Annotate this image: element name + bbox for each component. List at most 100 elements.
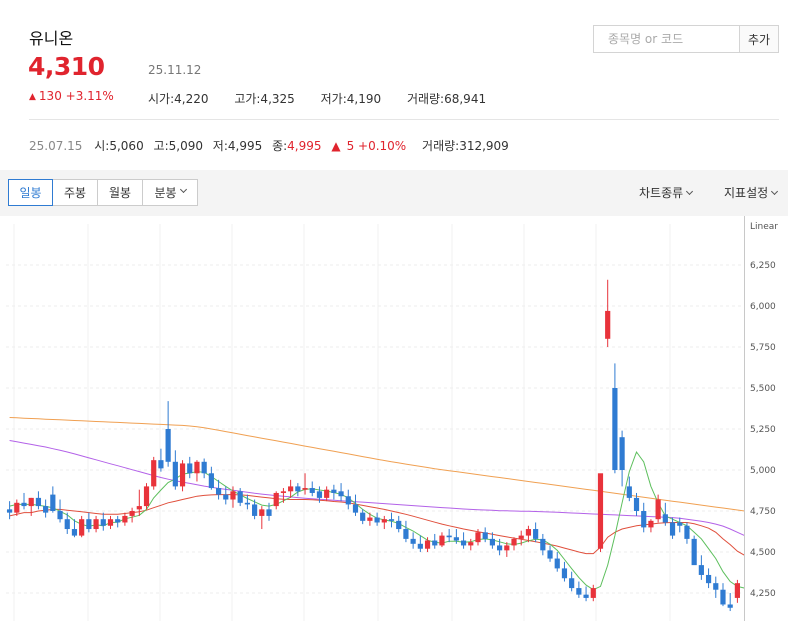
tab-minute[interactable]: 분봉 bbox=[142, 179, 198, 206]
candle bbox=[158, 448, 164, 472]
candle bbox=[648, 519, 654, 533]
candle-body bbox=[244, 502, 250, 505]
candle-body bbox=[208, 473, 214, 489]
candle-body bbox=[28, 497, 34, 507]
y-tick-label: 5,750 bbox=[750, 343, 776, 353]
candle-body bbox=[504, 545, 510, 551]
candle bbox=[468, 538, 474, 551]
candle bbox=[143, 483, 150, 510]
candle-body bbox=[497, 545, 503, 551]
y-tick-label: 5,500 bbox=[750, 384, 776, 394]
candle-body bbox=[93, 519, 99, 530]
candle-body bbox=[403, 529, 409, 539]
candle-body bbox=[432, 540, 438, 546]
hover-change: ▲ 5 +0.10% bbox=[331, 139, 412, 153]
candle bbox=[129, 507, 135, 523]
high-price: 고가:4,325 bbox=[234, 92, 295, 106]
candle-body bbox=[151, 460, 157, 487]
y-tick-label: 5,250 bbox=[750, 425, 776, 435]
candle bbox=[21, 492, 27, 510]
candle bbox=[569, 571, 575, 592]
candle bbox=[374, 512, 380, 526]
candle bbox=[151, 456, 157, 490]
candle-body bbox=[669, 522, 676, 536]
low-price: 저가:4,190 bbox=[320, 92, 382, 106]
candle bbox=[172, 450, 178, 490]
candle-body bbox=[201, 461, 207, 474]
tab-monthly[interactable]: 월봉 bbox=[97, 179, 143, 206]
candle bbox=[734, 579, 740, 603]
candle bbox=[331, 484, 337, 500]
candle bbox=[187, 456, 193, 479]
search-input[interactable] bbox=[594, 26, 739, 52]
candle bbox=[381, 515, 387, 530]
hover-high: 고:5,090 bbox=[153, 139, 203, 153]
candle bbox=[107, 515, 114, 530]
candle bbox=[7, 501, 13, 520]
candle bbox=[100, 512, 106, 531]
candle-body bbox=[143, 486, 150, 507]
candle bbox=[698, 555, 704, 580]
candle-body bbox=[410, 538, 416, 544]
candle bbox=[619, 430, 625, 487]
price-date: 25.11.12 bbox=[148, 63, 202, 77]
candle-body bbox=[684, 525, 690, 539]
candle-body bbox=[547, 550, 553, 559]
candle bbox=[28, 497, 34, 516]
candle bbox=[259, 506, 265, 530]
candle-body bbox=[237, 491, 243, 503]
hover-low: 저:4,995 bbox=[212, 139, 263, 153]
y-tick-label: 6,250 bbox=[750, 261, 776, 271]
tab-daily[interactable]: 일봉 bbox=[8, 179, 53, 206]
candle bbox=[669, 517, 676, 539]
y-tick-label: 4,250 bbox=[750, 589, 776, 599]
indicator-dropdown[interactable]: 지표설정 bbox=[724, 184, 779, 201]
candle bbox=[43, 499, 49, 518]
candle bbox=[208, 466, 214, 490]
hover-info: 25.07.15 시:5,060 고:5,090 저:4,995 종:4,995… bbox=[29, 137, 515, 154]
candles bbox=[7, 279, 740, 612]
candle-body bbox=[525, 529, 532, 536]
candle bbox=[57, 499, 63, 523]
add-button[interactable]: 추가 bbox=[739, 26, 778, 52]
candle bbox=[324, 486, 330, 502]
candle-body bbox=[439, 535, 445, 546]
stock-name: 유니온 bbox=[29, 29, 74, 48]
candle-body bbox=[252, 504, 258, 516]
candle bbox=[280, 488, 287, 503]
period-tabs: 일봉 주봉 월봉 분봉 bbox=[8, 179, 198, 206]
candle bbox=[691, 535, 697, 566]
candle bbox=[417, 535, 423, 552]
candle bbox=[482, 527, 488, 543]
candle-body bbox=[641, 511, 647, 528]
candle-body bbox=[302, 488, 308, 490]
candle bbox=[677, 517, 683, 533]
candle-body bbox=[612, 388, 618, 470]
chart-type-dropdown[interactable]: 차트종류 bbox=[639, 184, 694, 201]
up-triangle-icon: ▲ bbox=[29, 92, 36, 102]
candle-body bbox=[158, 460, 164, 469]
candle bbox=[576, 581, 582, 598]
candle-body bbox=[288, 486, 294, 492]
candle bbox=[547, 545, 553, 562]
chevron-down-icon bbox=[771, 187, 779, 196]
candle bbox=[302, 473, 308, 495]
candlestick-chart[interactable]: Linear 6,250 6,000 5,750 5,500 5,250 5,000 4,7… bbox=[0, 216, 788, 621]
chevron-down-icon bbox=[179, 185, 187, 194]
candle bbox=[35, 491, 42, 510]
candle-body bbox=[367, 517, 373, 521]
candle-body bbox=[691, 538, 697, 566]
candle bbox=[367, 512, 373, 526]
hover-date: 25.07.15 bbox=[29, 139, 83, 153]
tab-weekly[interactable]: 주봉 bbox=[52, 179, 98, 206]
tab-minute-label: 분봉 bbox=[154, 186, 177, 200]
candle-body bbox=[316, 491, 323, 498]
candle-body bbox=[165, 429, 171, 462]
y-tick-label: 6,000 bbox=[750, 302, 776, 312]
candle-body bbox=[194, 461, 200, 474]
candle-body bbox=[576, 588, 582, 595]
candle bbox=[396, 515, 402, 533]
y-tick-label: 4,500 bbox=[750, 548, 776, 558]
scale-label: Linear bbox=[750, 222, 778, 232]
y-tick-label: 4,750 bbox=[750, 507, 776, 517]
